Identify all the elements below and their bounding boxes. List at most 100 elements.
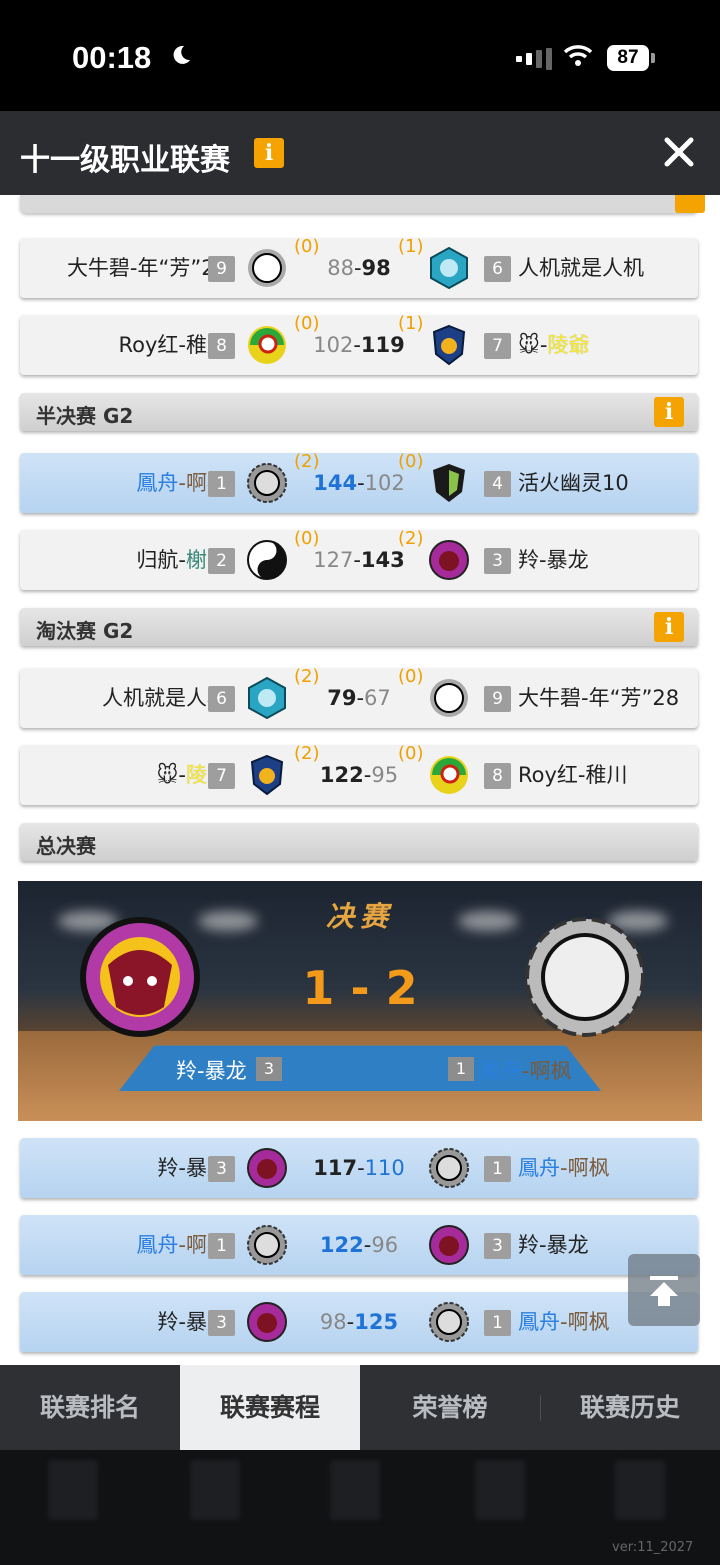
plain-circle-logo-icon <box>430 679 468 717</box>
bison-logo-icon <box>247 1302 287 1342</box>
home-series: (0) <box>294 528 320 549</box>
match-row[interactable]: 归航-榭苧 2 (0) 127-143 (2) 3 羚-暴龙 <box>20 528 698 590</box>
finals-away-seed: 1 <box>448 1057 474 1081</box>
page-title: 十一级职业联赛 <box>20 143 230 178</box>
away-series: (2) <box>398 528 424 549</box>
away-series: (0) <box>398 743 424 764</box>
bison-logo-icon <box>80 917 200 1037</box>
moon-icon <box>173 45 190 64</box>
tab-league-schedule[interactable]: 联赛赛程 <box>180 1365 360 1450</box>
away-seed: 6 <box>484 256 511 282</box>
bison-logo-icon <box>247 1148 287 1188</box>
section-label: 淘汰赛 G2 <box>36 619 134 643</box>
finals-home-seed: 3 <box>256 1057 282 1081</box>
bison-logo-icon <box>429 1225 469 1265</box>
shield-logo-icon <box>433 464 465 502</box>
plain-circle-logo-icon <box>248 249 286 287</box>
match-score: 117-110 <box>313 1156 405 1180</box>
home-series: (2) <box>294 451 320 472</box>
match-row[interactable]: 🐭-陵爺 7 (2) 122-95 (0) 8 Roy红-稚川 <box>20 743 698 805</box>
away-team-name: 羚-暴龙 <box>518 1233 589 1257</box>
away-series: (1) <box>398 236 424 257</box>
ghost-nav-icon <box>48 1460 98 1520</box>
home-seed: 2 <box>208 548 235 574</box>
away-series: (1) <box>398 313 424 334</box>
home-seed: 1 <box>208 471 235 497</box>
title-bar: 十一级职业联赛 i <box>0 111 720 195</box>
match-score: 102-119 <box>313 333 405 357</box>
ghost-nav-icon <box>475 1460 525 1520</box>
home-series: (0) <box>294 236 320 257</box>
mech-team-logo-icon <box>430 247 468 289</box>
schedule-list[interactable]: 大牛碧-年“芳”28 9 (0) 88-98 (1) 6 人机就是人机 Roy红… <box>0 195 720 1365</box>
info-button-edge <box>675 195 705 213</box>
previous-section-edge <box>20 195 705 213</box>
away-seed: 7 <box>484 333 511 359</box>
away-team-name: 羚-暴龙 <box>518 548 589 572</box>
gear-badge-logo-icon <box>429 1148 469 1188</box>
section-label: 总决赛 <box>36 834 96 858</box>
away-team-name: 🐭-陵爺 <box>518 333 590 357</box>
status-time: 00:18 <box>72 40 152 75</box>
gear-badge-logo-icon <box>247 463 287 503</box>
match-row[interactable]: 人机就是人机 6 (2) 79-67 (0) 9 大牛碧-年“芳”28 <box>20 666 698 728</box>
away-series: (0) <box>398 451 424 472</box>
info-button[interactable]: i <box>654 397 684 427</box>
bison-logo-icon <box>429 540 469 580</box>
home-series: (0) <box>294 313 320 334</box>
section-label: 半决赛 G2 <box>36 404 134 428</box>
away-seed: 8 <box>484 763 511 789</box>
away-seed: 1 <box>484 1156 511 1182</box>
ghost-nav-icon <box>190 1460 240 1520</box>
match-row[interactable]: 大牛碧-年“芳”28 9 (0) 88-98 (1) 6 人机就是人机 <box>20 236 698 298</box>
match-row[interactable]: 羚-暴龙 3 117-110 1 鳳舟-啊枫 <box>20 1138 698 1198</box>
match-score: 122-95 <box>319 763 399 787</box>
away-seed: 9 <box>484 686 511 712</box>
tab-league-history[interactable]: 联赛历史 <box>540 1365 720 1450</box>
home-seed: 3 <box>208 1156 235 1182</box>
gear-badge-logo-icon <box>247 1225 287 1265</box>
away-seed: 1 <box>484 1310 511 1336</box>
battery-nub <box>651 53 655 63</box>
dragon-logo-icon <box>432 324 466 366</box>
away-team-name: 人机就是人机 <box>518 256 644 280</box>
section-header-semifinal: 半决赛 G2 i <box>20 393 698 431</box>
match-row[interactable]: 鳳舟-啊枫 1 122-96 3 羚-暴龙 <box>20 1215 698 1275</box>
tab-bar: 联赛排名 联赛赛程 荣誉榜 联赛历史 <box>0 1365 720 1450</box>
tab-league-ranking[interactable]: 联赛排名 <box>0 1365 180 1450</box>
mouse-emoji-icon: 🐭 <box>156 763 179 787</box>
gear-badge-logo-icon <box>525 917 645 1037</box>
match-row[interactable]: 羚-暴龙 3 98-125 1 鳳舟-啊枫 <box>20 1292 698 1352</box>
tab-honor-board[interactable]: 荣誉榜 <box>360 1365 540 1450</box>
close-icon[interactable] <box>662 133 696 171</box>
away-seed: 4 <box>484 471 511 497</box>
status-bar: 00:18 87 <box>0 0 720 111</box>
wifi-icon <box>563 45 593 66</box>
match-row[interactable]: 鳳舟-啊枫 1 (2) 144-102 (0) 4 活火幽灵10 <box>20 451 698 513</box>
mech-team-logo-icon <box>248 677 286 719</box>
away-seed: 3 <box>484 1233 511 1259</box>
away-seed: 3 <box>484 548 511 574</box>
match-score: 98-125 <box>319 1310 399 1334</box>
finals-home-team: 羚-暴龙 <box>176 1059 247 1083</box>
info-button[interactable]: i <box>654 612 684 642</box>
home-seed: 3 <box>208 1310 235 1336</box>
info-button[interactable]: i <box>254 138 284 168</box>
mouse-emoji-icon: 🐭 <box>518 333 540 357</box>
match-score: 79-67 <box>327 686 391 710</box>
home-seed: 1 <box>208 1233 235 1259</box>
home-seed: 9 <box>208 256 235 282</box>
away-team-name: 鳳舟-啊枫 <box>518 1310 610 1334</box>
match-row[interactable]: Roy红-稚川 8 (0) 102-119 (1) 7 🐭-陵爺 <box>20 313 698 375</box>
ghost-nav-icon <box>615 1460 665 1520</box>
away-team-name: 鳳舟-啊枫 <box>518 1156 610 1180</box>
cellular-signal-icon <box>516 48 552 70</box>
finals-banner[interactable]: 决赛 1 - 2 羚-暴龙 3 1 鳳舟-啊枫 <box>18 881 702 1121</box>
ghost-nav-icon <box>330 1460 380 1520</box>
match-score: 122-96 <box>319 1233 399 1257</box>
dragon-logo-icon <box>250 754 284 796</box>
away-series: (0) <box>398 666 424 687</box>
scroll-to-top-icon[interactable] <box>628 1254 700 1326</box>
match-score: 127-143 <box>313 548 405 572</box>
unicorn-logo-icon <box>248 326 286 364</box>
